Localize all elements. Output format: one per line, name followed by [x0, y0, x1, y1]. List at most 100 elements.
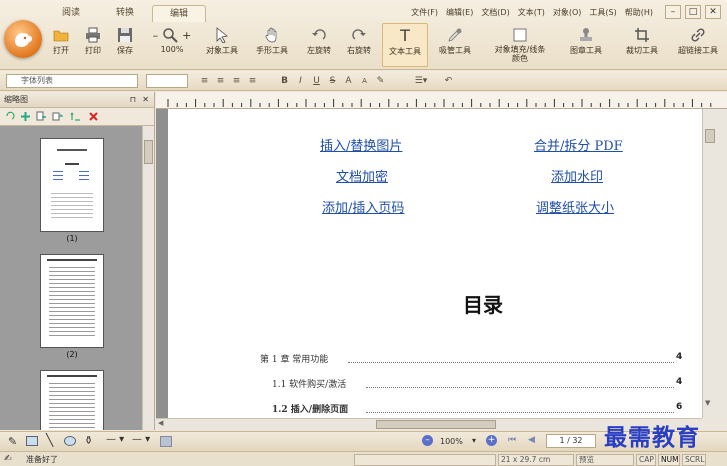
menu-document[interactable]: 文档(D) [481, 7, 509, 18]
line-spacing-icon[interactable]: ☰▾ [410, 74, 432, 88]
zoom-in-icon[interactable]: + [486, 435, 497, 446]
maximize-button[interactable]: □ [685, 5, 701, 19]
toc-entry-2[interactable]: 1.1 软件购买/激活 [272, 377, 346, 390]
doc-link-paper-size[interactable]: 调整纸张大小 [536, 197, 614, 216]
open-button[interactable]: 打开 [48, 25, 74, 56]
pin-icon[interactable]: ⊓ [130, 92, 136, 108]
pencil-icon[interactable]: ✎ [8, 435, 17, 448]
zoom-out-icon[interactable]: – [153, 29, 159, 42]
menu-edit[interactable]: 编辑(E) [446, 7, 473, 18]
fill-stroke-label: 对象填充/线条颜色 [494, 45, 546, 63]
minimize-button[interactable]: – [665, 5, 681, 19]
menu-help[interactable]: 帮助(H) [625, 7, 653, 18]
rotate-left-button[interactable]: 左旋转 [302, 25, 336, 56]
page-thumbnail-1[interactable] [40, 138, 104, 232]
superscript-button[interactable]: A [342, 74, 355, 88]
tab-convert[interactable]: 转换 [98, 5, 152, 22]
horizontal-scroll-thumb[interactable] [376, 420, 496, 429]
scroll-left-arrow-icon[interactable]: ◀ [158, 419, 163, 427]
rotate-right-button[interactable]: 右旋转 [342, 25, 376, 56]
zoom-dropdown-icon[interactable]: ▾ [472, 436, 476, 445]
menu-file[interactable]: 文件(F) [411, 7, 438, 18]
underline-button[interactable]: U [310, 74, 323, 88]
strikethrough-button[interactable]: S [326, 74, 339, 88]
align-right-icon[interactable]: ≡ [230, 74, 243, 88]
doc-link-merge-split[interactable]: 合并/拆分 PDF [534, 135, 623, 154]
highlighter-icon[interactable]: ✎ [374, 74, 387, 88]
zoom-in-icon[interactable]: + [182, 29, 191, 42]
save-button[interactable]: 保存 [112, 25, 138, 56]
app-menu-button[interactable] [4, 20, 42, 58]
menu-text[interactable]: 文本(T) [518, 7, 545, 18]
document-vertical-scrollbar[interactable]: ▼ [702, 109, 727, 418]
delete-page-icon[interactable] [88, 111, 99, 122]
first-page-icon[interactable]: ⏮ [508, 435, 516, 445]
doc-link-insert-image[interactable]: 插入/替换图片 [320, 135, 402, 154]
menu-tools[interactable]: 工具(S) [589, 7, 616, 18]
extract-page-icon[interactable] [36, 111, 47, 122]
toc-page-3: 6 [676, 402, 683, 412]
toc-entry-3[interactable]: 1.2 插入/删除页面 [272, 402, 348, 415]
zoom-percent[interactable]: 100% [440, 437, 463, 446]
hand-tool-button[interactable]: 手形工具 [252, 25, 292, 56]
align-center-icon[interactable]: ≡ [214, 74, 227, 88]
rectangle-tool-icon[interactable] [26, 436, 38, 446]
page-preview-image [51, 149, 93, 218]
zoom-out-icon[interactable]: – [422, 435, 433, 446]
fill-bucket-icon[interactable]: ⚱ [84, 434, 93, 447]
line-style-dropdown[interactable]: — ▾ [106, 434, 124, 445]
doc-link-page-number[interactable]: 添加/插入页码 [322, 197, 404, 216]
italic-button[interactable]: I [294, 74, 307, 88]
insert-page-icon[interactable] [20, 111, 31, 122]
fill-color-icon[interactable] [160, 436, 172, 447]
doc-link-watermark[interactable]: 添加水印 [551, 166, 603, 185]
rotate-page-icon[interactable] [4, 111, 15, 122]
crop-tool-button[interactable]: 裁切工具 [620, 25, 664, 56]
window-controls: – □ ✕ [665, 5, 721, 19]
line-tool-icon[interactable]: ╲ [46, 433, 53, 447]
thumbnail-scroll-thumb[interactable] [144, 140, 153, 164]
align-left-icon[interactable]: ≡ [198, 74, 211, 88]
font-list-dropdown[interactable]: 字体列表 [6, 74, 138, 88]
font-size-dropdown[interactable] [146, 74, 188, 88]
bold-button[interactable]: B [278, 74, 291, 88]
prev-page-icon[interactable]: ◀ [528, 435, 535, 445]
page-number-input[interactable]: 1 / 32 [546, 434, 596, 448]
doc-link-top-right-clipped[interactable]: 插入/删除页面 [534, 109, 616, 110]
page-thumbnail-3[interactable] [40, 370, 104, 430]
replace-page-icon[interactable] [52, 111, 63, 122]
thumbnail-scrollbar[interactable] [142, 126, 154, 430]
line-weight-dropdown[interactable]: — ▾ [132, 434, 150, 445]
stamp-tool-button[interactable]: 图章工具 [564, 25, 608, 56]
page-thumbnail-2[interactable] [40, 254, 104, 348]
doc-link-encrypt[interactable]: 文档加密 [336, 166, 388, 185]
align-justify-icon[interactable]: ≡ [246, 74, 259, 88]
cursor-arrow-icon [216, 27, 228, 43]
move-page-icon[interactable] [70, 111, 81, 122]
toc-entry-1[interactable]: 第 1 章 常用功能 [260, 352, 328, 365]
zoom-level: 100% [160, 45, 184, 54]
horizontal-ruler [156, 92, 727, 109]
close-button[interactable]: ✕ [705, 5, 721, 19]
link-tool-button[interactable]: 超链接工具 [672, 25, 724, 56]
panel-close-icon[interactable]: ✕ [142, 92, 149, 108]
document-scroll-thumb[interactable] [705, 129, 715, 143]
zoom-control[interactable]: – + 100% [146, 25, 198, 54]
link-tool-label: 超链接工具 [678, 46, 718, 55]
ellipse-tool-icon[interactable] [64, 436, 76, 446]
doc-link-top-left-clipped[interactable]: 软件购买/激活 [318, 109, 400, 110]
fill-stroke-button[interactable]: 对象填充/线条颜色 [482, 25, 558, 63]
menu-object[interactable]: 对象(O) [553, 7, 582, 18]
eyedropper-button[interactable]: 吸管工具 [434, 25, 476, 56]
view-mode: 预览 [576, 454, 634, 466]
document-view[interactable]: 软件购买/激活 插入/删除页面 插入/替换图片 合并/拆分 PDF 文档加密 添… [156, 109, 702, 418]
tab-read[interactable]: 阅读 [44, 5, 98, 22]
tab-edit[interactable]: 编辑 [152, 5, 206, 22]
rotate-right-icon [352, 29, 366, 40]
print-button[interactable]: 打印 [80, 25, 106, 56]
object-tool-button[interactable]: 对象工具 [202, 25, 242, 56]
text-tool-button[interactable]: T 文本工具 [382, 23, 428, 67]
subscript-button[interactable]: A [358, 74, 371, 88]
scroll-down-arrow-icon[interactable]: ▼ [705, 399, 715, 409]
undo-icon[interactable]: ↶ [442, 74, 455, 88]
